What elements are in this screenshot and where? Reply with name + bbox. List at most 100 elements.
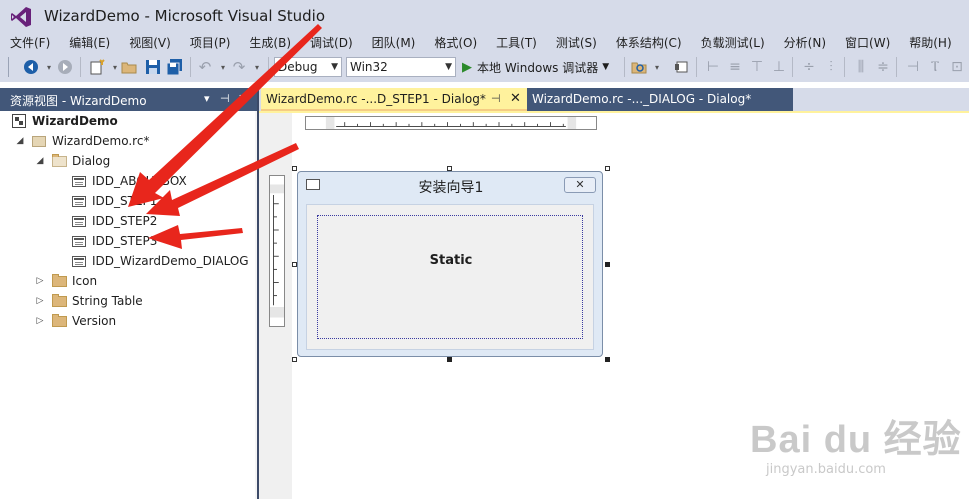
find-in-files-icon[interactable] <box>630 58 648 76</box>
resize-handle[interactable] <box>605 262 610 267</box>
space-down-icon[interactable]: ≑ <box>874 58 892 76</box>
menu-edit[interactable]: 编辑(E) <box>59 34 110 51</box>
collapsed-arrow-icon[interactable]: ▷ <box>34 296 46 306</box>
make-same-height-icon[interactable]: Ⲧ <box>926 58 944 76</box>
menu-build[interactable]: 生成(B) <box>239 34 291 51</box>
standard-toolbar: ▾ ▾ ↶ ▾ ↷ ▾ Debug ▼ Win32 ▼ ▶ 本地 Windows… <box>0 52 969 82</box>
tab-step1-dialog[interactable]: WizardDemo.rc -...D_STEP1 - Dialog* ⊣ ✕ <box>261 88 527 111</box>
static-control[interactable]: Static <box>317 215 583 339</box>
menu-analyze[interactable]: 分析(N) <box>774 34 826 51</box>
dialog-preview-step1[interactable]: 安装向导1 ✕ Static <box>297 171 603 357</box>
menu-architecture[interactable]: 体系结构(C) <box>606 34 682 51</box>
vertical-ruler[interactable] <box>269 175 285 327</box>
tree-item-idd-step3[interactable]: IDD_STEP3 <box>72 231 157 251</box>
pin-icon[interactable]: ⊣ <box>220 92 230 105</box>
dialog-close-icon[interactable]: ✕ <box>564 177 596 193</box>
tree-item-icon-folder[interactable]: ▷ Icon <box>34 271 97 291</box>
menu-help[interactable]: 帮助(H) <box>899 34 951 51</box>
resize-handle[interactable] <box>292 357 297 362</box>
menu-file[interactable]: 文件(F) <box>0 34 50 51</box>
save-all-icon[interactable] <box>166 58 184 76</box>
solution-platform-value: Win32 <box>350 60 388 74</box>
align-bottom-icon[interactable]: ⊥ <box>770 58 788 76</box>
open-folder-icon[interactable] <box>120 58 138 76</box>
tree-item-label: IDD_STEP3 <box>92 234 158 248</box>
pin-tab-icon[interactable]: ⊣ <box>491 92 501 105</box>
resize-handle[interactable] <box>605 166 610 171</box>
chevron-down-icon: ▼ <box>602 62 610 72</box>
menu-window[interactable]: 窗口(W) <box>835 34 890 51</box>
forward-icon[interactable] <box>56 58 74 76</box>
redo-dropdown-icon[interactable]: ▾ <box>248 58 266 76</box>
tree-item-string-table-folder[interactable]: ▷ String Table <box>34 291 143 311</box>
collapsed-arrow-icon[interactable]: ▷ <box>34 316 46 326</box>
align-left-icon[interactable]: ⊢ <box>704 58 722 76</box>
new-project-icon[interactable] <box>88 58 106 76</box>
expanded-arrow-icon[interactable]: ◢ <box>34 156 46 166</box>
visual-studio-logo-icon <box>11 7 31 27</box>
expanded-arrow-icon[interactable]: ◢ <box>14 136 26 146</box>
menu-load-test[interactable]: 负载测试(L) <box>691 34 765 51</box>
toolbar-overflow-icon[interactable]: ▾ <box>648 58 666 76</box>
tree-item-rc-file[interactable]: ◢ WizardDemo.rc* <box>14 131 150 151</box>
dialog-client-area[interactable]: Static <box>306 204 594 350</box>
folder-open-icon <box>52 153 67 167</box>
align-top-icon[interactable]: ⊤ <box>748 58 766 76</box>
tree-item-label: IDD_STEP2 <box>92 214 158 228</box>
tab-label: WizardDemo.rc -..._DIALOG - Dialog* <box>532 92 752 106</box>
toolbar-separator <box>844 57 845 77</box>
tree-item-idd-step2[interactable]: IDD_STEP2 <box>72 211 157 231</box>
tab-label: WizardDemo.rc -...D_STEP1 - Dialog* <box>266 92 486 106</box>
make-same-size-icon[interactable]: ⊡ <box>948 58 966 76</box>
toggle-grid-icon[interactable] <box>672 58 690 76</box>
center-horizontal-icon[interactable]: ⫶ <box>822 58 840 76</box>
menu-tools[interactable]: 工具(T) <box>486 34 537 51</box>
resize-handle[interactable] <box>292 166 297 171</box>
toolbar-separator <box>624 57 625 77</box>
space-across-icon[interactable]: ⫼ <box>852 58 870 76</box>
document-tab-strip: WizardDemo.rc -...D_STEP1 - Dialog* ⊣ ✕ … <box>259 88 969 111</box>
toolbar-separator <box>792 57 793 77</box>
resize-handle[interactable] <box>447 357 452 362</box>
menu-test[interactable]: 测试(S) <box>546 34 597 51</box>
resize-handle[interactable] <box>605 357 610 362</box>
tree-item-dialog-folder[interactable]: ◢ Dialog <box>34 151 110 171</box>
make-same-width-icon[interactable]: ⊣ <box>904 58 922 76</box>
back-icon[interactable] <box>22 58 40 76</box>
tree-item-label: Icon <box>72 274 98 288</box>
undo-icon[interactable]: ↶ <box>196 58 214 76</box>
menu-debug[interactable]: 调试(D) <box>300 34 353 51</box>
close-icon[interactable]: ✕ <box>238 92 247 105</box>
menu-project[interactable]: 项目(P) <box>180 34 231 51</box>
tree-item-idd-step1[interactable]: IDD_STEP1 <box>72 191 157 211</box>
solution-platform-select[interactable]: Win32 ▼ <box>346 57 456 77</box>
dialog-resource-icon <box>72 215 86 227</box>
folder-icon <box>52 273 67 287</box>
close-tab-icon[interactable]: ✕ <box>510 91 521 106</box>
tree-item-idd-wizarddemo-dialog[interactable]: IDD_WizardDemo_DIALOG <box>72 251 249 271</box>
redo-icon[interactable]: ↷ <box>230 58 248 76</box>
horizontal-ruler[interactable] <box>305 116 597 130</box>
toolbar-separator <box>896 57 897 77</box>
tree-item-version-folder[interactable]: ▷ Version <box>34 311 116 331</box>
project-icon <box>12 114 26 128</box>
save-icon[interactable] <box>144 58 162 76</box>
panel-dropdown-icon[interactable]: ▾ <box>204 92 210 105</box>
collapsed-arrow-icon[interactable]: ▷ <box>34 276 46 286</box>
menu-team[interactable]: 团队(M) <box>362 34 416 51</box>
align-center-icon[interactable]: ≡ <box>726 58 744 76</box>
solution-configuration-select[interactable]: Debug ▼ <box>274 57 342 77</box>
folder-icon <box>52 293 67 307</box>
tree-item-project[interactable]: WizardDemo <box>12 111 118 131</box>
toolbar-grip <box>8 57 9 77</box>
menu-format[interactable]: 格式(O) <box>424 34 477 51</box>
start-debugging-button[interactable]: ▶ 本地 Windows 调试器 ▼ <box>462 57 609 77</box>
center-vertical-icon[interactable]: ÷ <box>800 58 818 76</box>
tree-item-idd-aboutbox[interactable]: IDD_ABOUTBOX <box>72 171 187 191</box>
chevron-down-icon: ▼ <box>331 62 338 72</box>
chevron-down-icon: ▼ <box>445 62 452 72</box>
tree-item-label: Version <box>72 314 117 328</box>
menu-view[interactable]: 视图(V) <box>119 34 171 51</box>
tab-wizarddemo-dialog[interactable]: WizardDemo.rc -..._DIALOG - Dialog* <box>527 88 793 111</box>
watermark-logo-text: Bai du 经验 <box>750 419 962 461</box>
